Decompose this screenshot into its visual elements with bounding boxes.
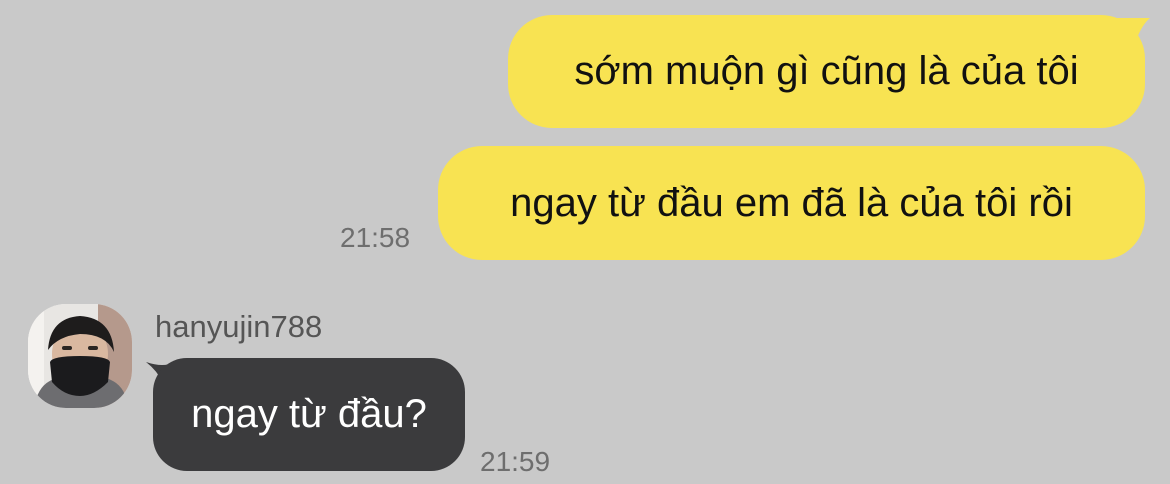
message-timestamp: 21:59 [480, 446, 551, 477]
message-text: ngay từ đầu? [191, 392, 427, 436]
avatar[interactable] [28, 304, 132, 408]
chat-conversation: sớm muộn gì cũng là của tôi ngay từ đầu … [0, 0, 1170, 484]
message-bubble-outgoing[interactable]: sớm muộn gì cũng là của tôi [508, 15, 1145, 128]
message-bubble-incoming[interactable]: ngay từ đầu? [153, 358, 465, 471]
message-text: sớm muộn gì cũng là của tôi [574, 49, 1079, 93]
message-text: ngay từ đầu em đã là của tôi rồi [510, 180, 1073, 225]
sender-name: hanyujin788 [155, 309, 323, 344]
message-bubble-outgoing[interactable]: ngay từ đầu em đã là của tôi rồi [438, 146, 1145, 260]
message-timestamp: 21:58 [340, 222, 411, 253]
profile-photo-icon [28, 304, 132, 408]
